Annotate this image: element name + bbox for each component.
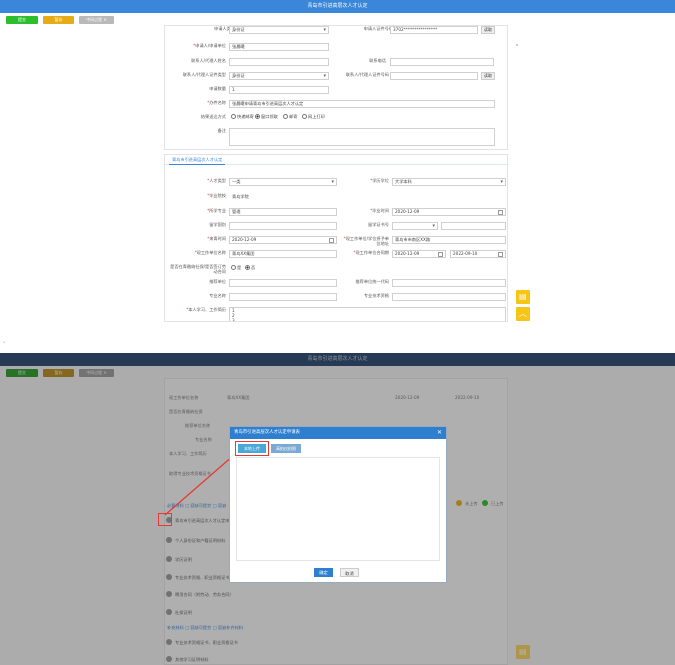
- grad-date-label: *毕业时间: [370, 208, 389, 213]
- social-no-radio[interactable]: 否: [245, 265, 255, 271]
- screenshot-upload-dialog: 青岛市引进高层次人才认定 提交 暂存 中间过程 ✕ 现工作单位名称 青岛XX集团…: [0, 353, 675, 665]
- delivery-option-express[interactable]: 快递邮寄: [231, 114, 254, 120]
- quantity-input[interactable]: 1: [229, 86, 329, 94]
- unit-name-input[interactable]: 青岛XX集团: [229, 250, 337, 258]
- social-insurance-label: 是否在青缴纳社保/是否签订劳动合同: [170, 264, 226, 274]
- join-date-input[interactable]: 2020-12-09: [229, 236, 337, 244]
- profession-qual-label: 专业技术资格: [363, 293, 389, 298]
- grad-date-input[interactable]: 2020-12-09: [392, 208, 506, 216]
- contract-to-input[interactable]: 2022-09-10: [450, 250, 506, 258]
- phone-label: 联系电话: [369, 58, 386, 63]
- item-name-input[interactable]: 张晨曦申请青岛市引进高层次人才认定: [229, 100, 495, 108]
- talent-panel: 青岛市引进高层次人才认定 *人才类型 一类 *学历学位 大学本科 *毕业院校 青…: [164, 154, 508, 322]
- phone-input[interactable]: [390, 58, 494, 66]
- talent-type-label: *人才类型: [207, 178, 226, 183]
- school-label: *毕业院校: [207, 193, 226, 198]
- delivery-option-window[interactable]: 窗口领取: [255, 114, 278, 120]
- profession-qual-input[interactable]: [392, 293, 506, 301]
- calendar-icon[interactable]: [498, 210, 503, 215]
- resume-label: *本人学习、工作简历: [186, 307, 226, 312]
- tab-talent-certification[interactable]: 青岛市引进高层次人才认定: [169, 156, 226, 165]
- applicant-input[interactable]: 张晨曦: [229, 43, 329, 51]
- calendar-icon[interactable]: [329, 238, 334, 243]
- contact-input[interactable]: [229, 58, 329, 66]
- form-nav-button[interactable]: ▤: [516, 290, 530, 304]
- separator-mark: 、: [3, 338, 10, 345]
- quantity-label: 申请数量: [209, 86, 226, 91]
- abroad-input[interactable]: [229, 222, 337, 230]
- id-number-input[interactable]: [390, 72, 478, 80]
- file-preview-area: [236, 457, 440, 561]
- applicant-label: *申请人/申请单位: [193, 43, 226, 48]
- submit-button[interactable]: 提交: [6, 16, 38, 24]
- major-input[interactable]: 管理: [229, 208, 337, 216]
- unit-name-label: *现工作单位名称: [194, 250, 226, 255]
- cancel-button[interactable]: 取消: [340, 568, 359, 577]
- id-type-label: 联系人/代理人证件类型: [182, 72, 226, 77]
- highlight-annotation: [235, 441, 269, 456]
- profession-name-input[interactable]: [229, 293, 337, 301]
- confirm-button[interactable]: 确定: [314, 568, 333, 577]
- abroad-cert-input[interactable]: [441, 222, 506, 230]
- calendar-icon[interactable]: [438, 252, 443, 257]
- contact-label: 联系人/代理人姓名: [191, 58, 226, 63]
- row0-right-input[interactable]: 3702****************: [390, 26, 478, 34]
- delivery-option-mail[interactable]: 邮寄: [283, 114, 297, 120]
- major-label: *所学专业: [207, 208, 226, 213]
- upload-dialog: 青岛市引进高层次人才认定申请表 ✕ 本地上传 高拍仪拍照 确定 取消: [229, 426, 447, 583]
- note-label: 备注: [217, 128, 226, 133]
- school-input[interactable]: 青岛学院: [229, 193, 337, 201]
- abroad-label: 留学国别: [209, 222, 226, 227]
- radio-icon: [231, 265, 236, 270]
- talent-type-select[interactable]: 一类: [229, 178, 337, 186]
- app-title: 青岛市引进高层次人才认定: [0, 0, 675, 13]
- radio-checked-icon: [255, 114, 260, 119]
- screenshot-form: 青岛市引进高层次人才认定 提交 暂存 中间过程 ✕ 申请人类型 身份证 申请人证…: [0, 0, 675, 322]
- row0-left-select[interactable]: 身份证: [229, 26, 329, 34]
- unit-address-input[interactable]: 青岛市市南区XX路: [392, 236, 506, 244]
- contract-label: *现工作单位合同期: [353, 250, 389, 255]
- row0-left-label: 申请人类型: [214, 26, 235, 31]
- recommend-code-label: 推荐单位统一代码: [355, 279, 389, 284]
- recommend-code-input[interactable]: [392, 279, 506, 287]
- tab-bar: 青岛市引进高层次人才认定: [165, 155, 507, 165]
- id-type-select[interactable]: 身份证: [229, 72, 329, 80]
- dialog-title: 青岛市引进高层次人才认定申请表: [230, 427, 446, 439]
- radio-checked-icon: [245, 265, 250, 270]
- scanner-capture-button[interactable]: 高拍仪拍照: [271, 444, 301, 453]
- close-icon[interactable]: ✕: [437, 427, 442, 439]
- scroll-indicator-icon: [516, 44, 518, 46]
- degree-select[interactable]: 大学本科: [392, 178, 506, 186]
- abroad-cert-select[interactable]: [392, 222, 438, 230]
- delivery-option-print[interactable]: 网上打印: [302, 114, 325, 120]
- row0-right-label: 申请人证件号码: [363, 26, 393, 31]
- process-button[interactable]: 中间过程 ✕: [79, 16, 114, 24]
- id-number-label: 联系人/代理人证件号码: [345, 72, 389, 77]
- join-date-label: *来青时间: [207, 236, 226, 241]
- scroll-top-button[interactable]: ︿: [516, 307, 530, 321]
- recommend-unit-input[interactable]: [229, 279, 337, 287]
- contract-from-input[interactable]: 2020-12-09: [392, 250, 446, 258]
- unit-address-label: *现工作单位/学位授予单位地址: [343, 236, 389, 246]
- read-contact-id-button[interactable]: 读取: [481, 72, 495, 80]
- profession-name-label: 专业名称: [209, 293, 226, 298]
- save-draft-button[interactable]: 暂存: [43, 16, 74, 24]
- applicant-panel: 申请人类型 身份证 申请人证件号码 3702**************** 读…: [164, 25, 508, 150]
- recommend-unit-label: 推荐单位: [209, 279, 226, 284]
- delivery-label: 结果送达方式: [200, 114, 226, 119]
- item-name-label: *办件名称: [207, 100, 226, 105]
- radio-icon: [231, 114, 236, 119]
- note-textarea[interactable]: [229, 128, 495, 146]
- abroad-cert-label: 留学证书号: [368, 222, 389, 227]
- radio-icon: [283, 114, 288, 119]
- radio-icon: [302, 114, 307, 119]
- resume-textarea[interactable]: 1 2 3: [229, 307, 506, 321]
- read-id-button[interactable]: 读取: [481, 26, 495, 34]
- arrow-annotation-icon: [164, 452, 236, 516]
- document-icon: ▤: [519, 292, 527, 301]
- social-yes-radio[interactable]: 是: [231, 265, 241, 271]
- calendar-icon[interactable]: [498, 252, 503, 257]
- degree-label: *学历学位: [370, 178, 389, 183]
- chevron-up-icon: ︿: [519, 309, 527, 318]
